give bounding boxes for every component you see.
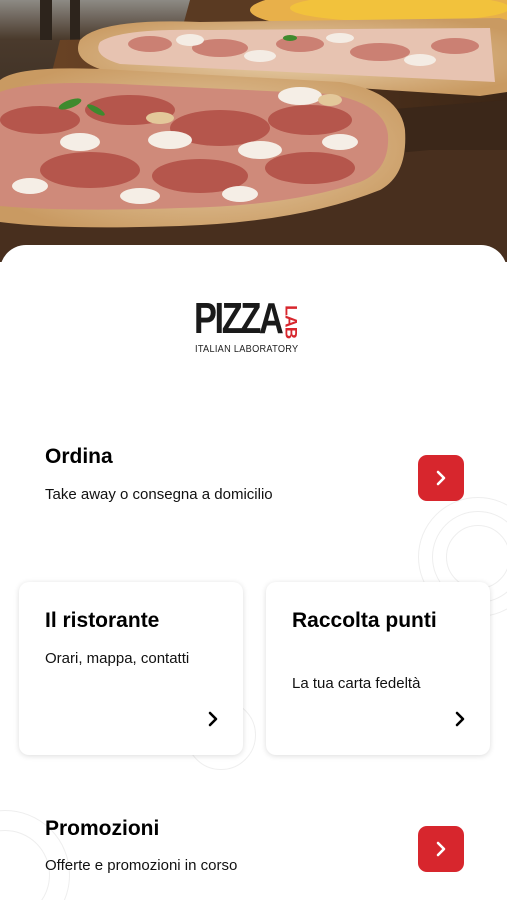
- decorative-circle: [446, 525, 507, 589]
- loyalty-card-subtitle: La tua carta fedeltà: [292, 675, 421, 692]
- chevron-right-icon: [455, 711, 465, 727]
- restaurant-card[interactable]: Il ristorante Orari, mappa, contatti: [19, 582, 243, 755]
- chevron-right-icon: [436, 841, 446, 857]
- restaurant-card-title: Il ristorante: [45, 609, 160, 632]
- promotions-button[interactable]: [418, 826, 464, 872]
- order-subtitle: Take away o consegna a domicilio: [45, 486, 273, 503]
- loyalty-card[interactable]: Raccolta punti La tua carta fedeltà: [266, 582, 490, 755]
- pizza-photo: [0, 0, 507, 262]
- order-button[interactable]: [418, 455, 464, 501]
- logo-wordmark: PIZZA: [194, 294, 284, 343]
- promotions-title: Promozioni: [45, 817, 160, 840]
- logo-accent-text: LAB: [281, 305, 301, 339]
- restaurant-card-subtitle: Orari, mappa, contatti: [45, 650, 190, 667]
- loyalty-card-title: Raccolta punti: [292, 609, 437, 632]
- pizzalab-logo: PIZZA LAB ITALIAN LABORATORY: [194, 297, 314, 357]
- chevron-right-icon: [208, 711, 218, 727]
- order-title: Ordina: [45, 445, 113, 468]
- chevron-right-icon: [436, 470, 446, 486]
- promotions-subtitle: Offerte e promozioni in corso: [45, 857, 238, 874]
- hero-image: [0, 0, 507, 262]
- logo-tagline: ITALIAN LABORATORY: [195, 344, 299, 355]
- logo-accent: LAB: [282, 300, 308, 346]
- main-sheet: PIZZA LAB ITALIAN LABORATORY Ordina Take…: [0, 245, 507, 900]
